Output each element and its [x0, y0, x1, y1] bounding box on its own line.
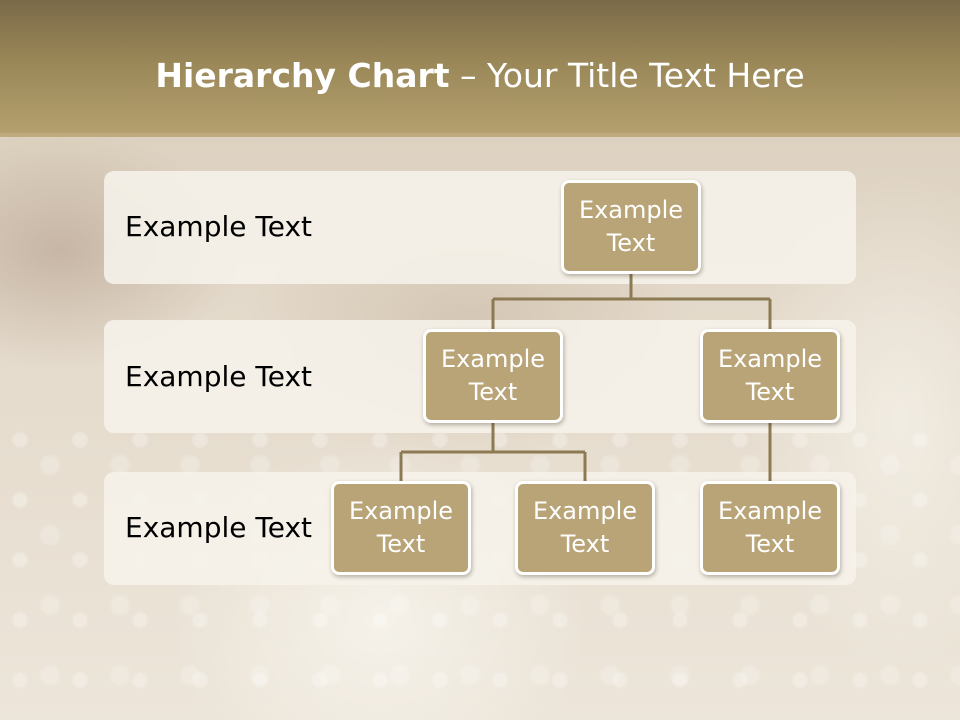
title-bar-edge: [0, 133, 960, 137]
level-label-2[interactable]: Example Text: [125, 357, 312, 397]
slide-title[interactable]: Hierarchy Chart – Your Title Text Here: [0, 56, 960, 96]
org-node-root[interactable]: Example Text: [561, 180, 701, 274]
org-node-level3-c[interactable]: Example Text: [700, 481, 840, 575]
level-label-1[interactable]: Example Text: [125, 207, 312, 247]
org-node-level3-b[interactable]: Example Text: [515, 481, 655, 575]
slide-title-rest: – Your Title Text Here: [449, 56, 805, 95]
level-label-3[interactable]: Example Text: [125, 508, 312, 548]
org-node-level2-right[interactable]: Example Text: [700, 329, 840, 423]
org-node-level3-a[interactable]: Example Text: [331, 481, 471, 575]
org-node-level2-left[interactable]: Example Text: [423, 329, 563, 423]
slide-title-bold: Hierarchy Chart: [155, 56, 450, 95]
